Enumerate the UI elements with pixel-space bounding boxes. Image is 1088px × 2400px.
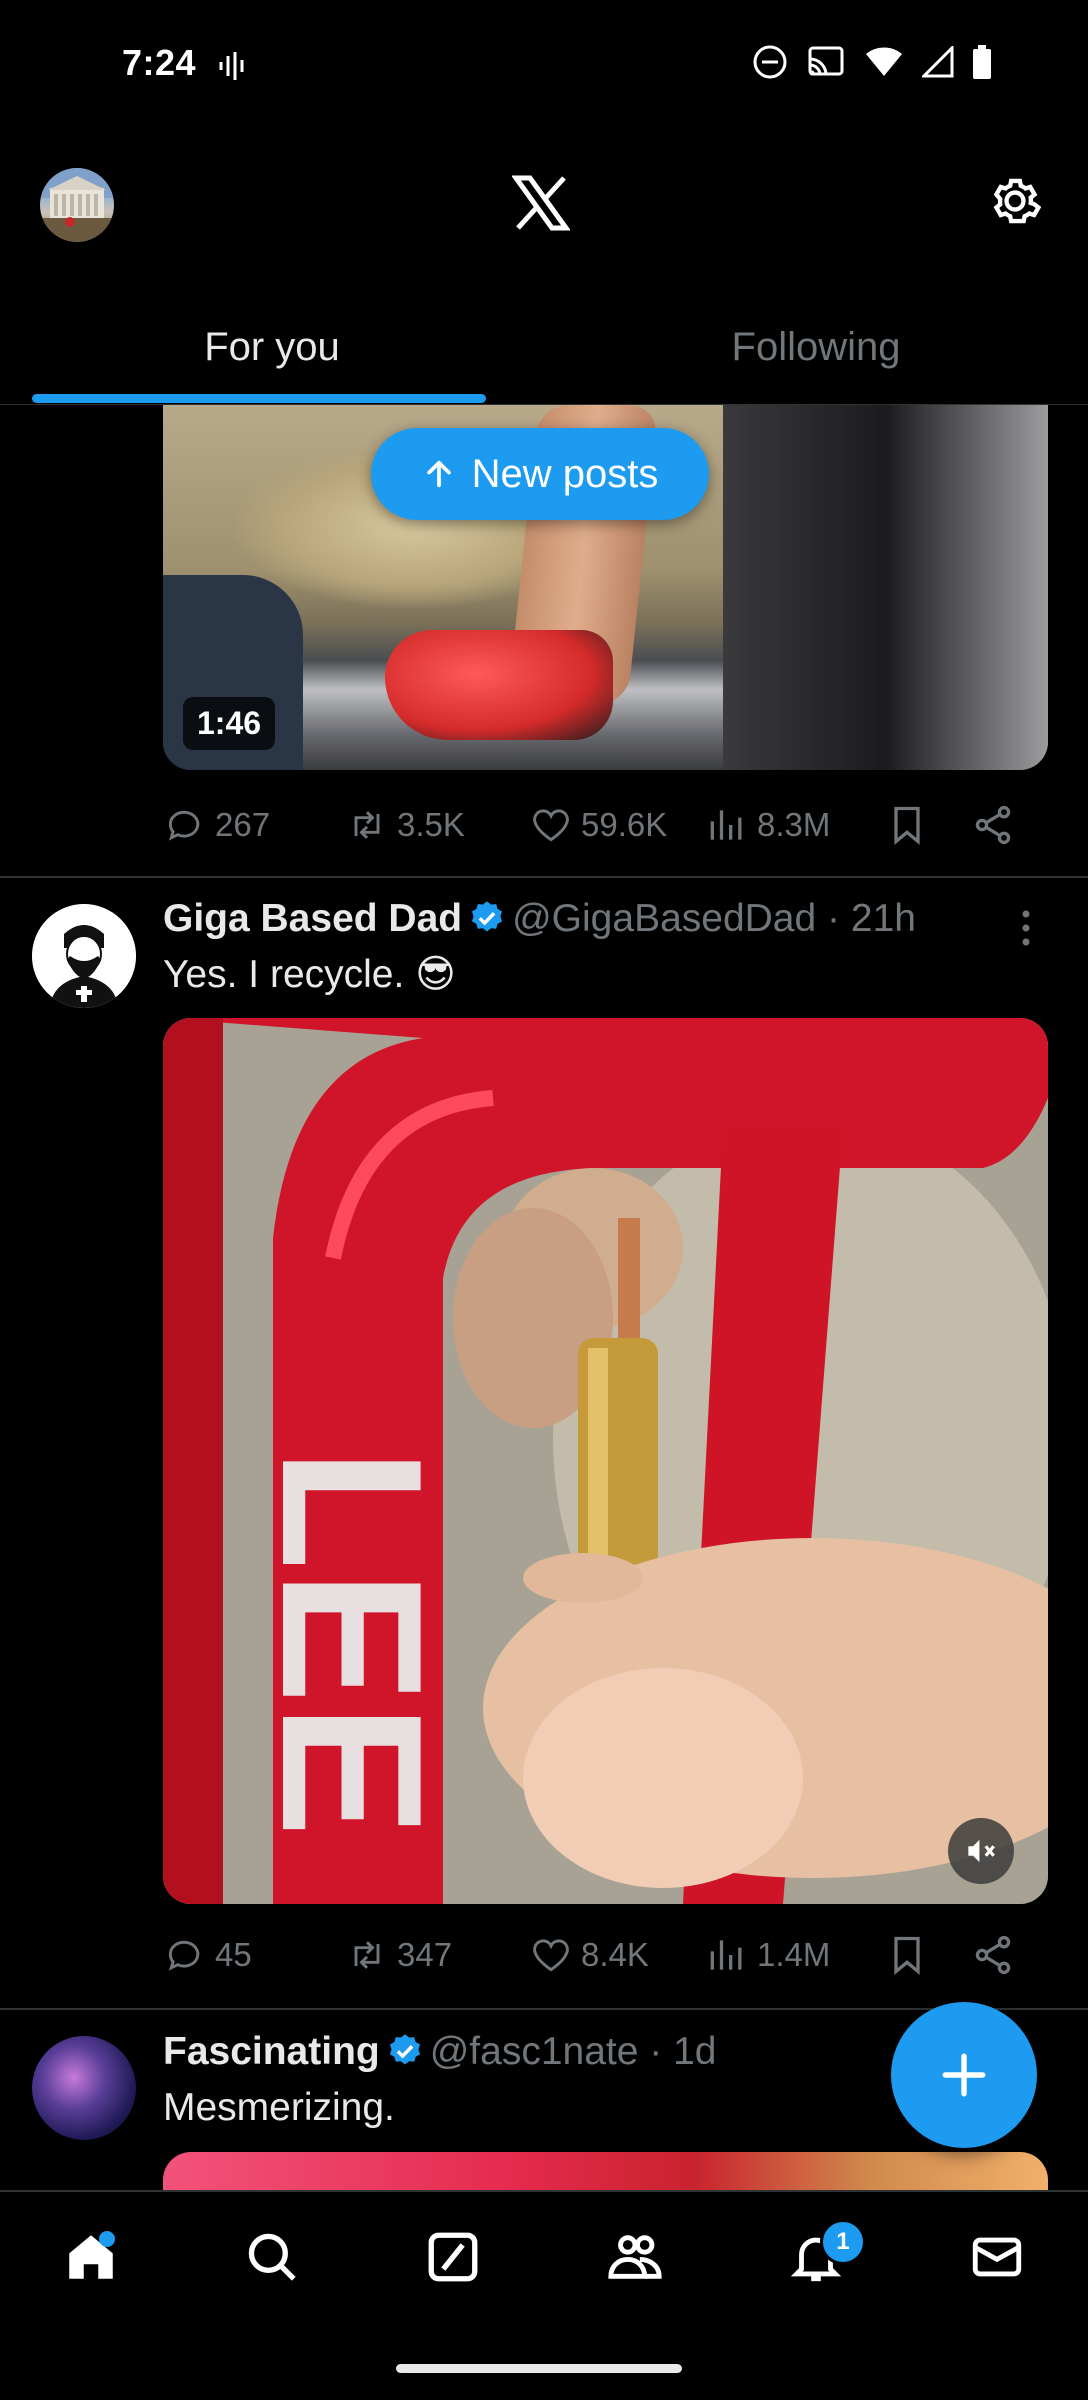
- author-avatar[interactable]: [32, 904, 136, 1008]
- heart-icon: [533, 809, 569, 842]
- new-posts-button[interactable]: New posts: [371, 428, 709, 520]
- wifi-icon: [866, 47, 902, 76]
- post-actions: 267 3.5K 59.6K 8.3M: [163, 790, 1033, 860]
- mute-toggle-button[interactable]: [948, 1818, 1014, 1884]
- repost-button[interactable]: 347: [345, 1933, 529, 1977]
- audio-wave-icon: [218, 50, 246, 87]
- like-count: 59.6K: [581, 806, 668, 843]
- post-header: Fascinating @fasc1nate · 1d: [163, 2030, 717, 2074]
- arrow-up-icon: [426, 460, 451, 488]
- settings-gear-icon[interactable]: [986, 172, 1044, 230]
- verified-badge-icon: [389, 2034, 420, 2065]
- post-media[interactable]: [163, 2152, 1048, 2190]
- bottom-navigation: 1: [0, 2190, 1088, 2322]
- reply-icon: [168, 810, 200, 841]
- views-button[interactable]: 8.3M: [705, 803, 885, 847]
- tab-for-you[interactable]: For you: [0, 290, 544, 404]
- views-count: 8.3M: [757, 806, 831, 843]
- status-time: 7:24: [122, 42, 197, 83]
- nav-search[interactable]: [212, 2197, 332, 2317]
- gesture-handle[interactable]: [396, 2364, 682, 2373]
- author-handle[interactable]: @fasc1nate: [430, 2030, 639, 2073]
- x-logo-icon[interactable]: [511, 174, 571, 232]
- views-chart-icon: [710, 1940, 742, 1970]
- nav-notifications[interactable]: 1: [756, 2197, 876, 2317]
- repost-icon: [354, 811, 380, 839]
- notifications-badge: 1: [819, 2219, 866, 2265]
- profile-avatar[interactable]: [40, 168, 114, 242]
- post-text: Yes. I recycle. 😎: [163, 953, 456, 996]
- share-button[interactable]: [971, 803, 1015, 847]
- nav-grok[interactable]: [393, 2197, 513, 2317]
- status-icons: [752, 44, 992, 80]
- share-icon: [975, 1935, 1011, 1975]
- bookmark-icon: [894, 1936, 920, 1976]
- post-time: 1d: [673, 2030, 717, 2073]
- reply-icon: [168, 1940, 200, 1971]
- nav-messages[interactable]: [937, 2197, 1057, 2317]
- author-avatar[interactable]: [32, 2036, 136, 2140]
- verified-badge-icon: [472, 901, 503, 932]
- feed-tabs: For you Following: [0, 290, 1088, 405]
- svg-text:LEE: LEE: [240, 1448, 463, 1837]
- share-icon: [975, 805, 1011, 845]
- battery-icon: [973, 45, 991, 79]
- like-button[interactable]: 8.4K: [529, 1933, 705, 1977]
- views-chart-icon: [710, 810, 742, 840]
- post-header: Giga Based Dad @GigaBasedDad · 21h: [163, 897, 916, 941]
- post-divider: [0, 876, 1088, 878]
- cast-icon: [808, 46, 844, 76]
- author-name[interactable]: Giga Based Dad: [163, 897, 462, 940]
- like-button[interactable]: 59.6K: [529, 803, 705, 847]
- post-time: 21h: [850, 897, 916, 940]
- author-name[interactable]: Fascinating: [163, 2030, 380, 2073]
- mail-icon: [973, 2237, 1022, 2277]
- author-handle[interactable]: @GigaBasedDad: [512, 897, 816, 940]
- bookmark-button[interactable]: [885, 803, 971, 847]
- dot-separator: ·: [638, 2030, 674, 2073]
- nav-communities[interactable]: [575, 2197, 695, 2317]
- like-count: 8.4K: [581, 1936, 649, 1973]
- plus-icon: [942, 2053, 986, 2097]
- bookmark-button[interactable]: [885, 1933, 971, 1977]
- compose-post-button[interactable]: [891, 2002, 1037, 2148]
- repost-count: 347: [397, 1936, 453, 1973]
- nav-home[interactable]: [31, 2197, 151, 2317]
- heart-icon: [533, 1939, 569, 1972]
- reply-button[interactable]: 45: [163, 1933, 345, 1977]
- reply-count: 267: [215, 806, 271, 843]
- reply-count: 45: [215, 1936, 252, 1973]
- new-posts-label: New posts: [471, 451, 659, 496]
- views-count: 1.4M: [757, 1936, 831, 1973]
- dnd-icon: [753, 45, 787, 79]
- post-video[interactable]: LEE: [163, 1018, 1048, 1904]
- video-duration: 1:46: [183, 697, 276, 750]
- home-unread-dot: [98, 2231, 115, 2247]
- grok-icon: [428, 2232, 478, 2282]
- post-divider: [0, 2008, 1088, 2010]
- dot-separator: ·: [816, 897, 851, 940]
- communities-icon: [608, 2235, 662, 2279]
- active-tab-indicator: [32, 394, 486, 403]
- repost-count: 3.5K: [397, 806, 465, 843]
- post-actions: 45 347 8.4K 1.4M: [163, 1920, 1033, 1990]
- signal-icon: [922, 46, 954, 78]
- post-text: Mesmerizing.: [163, 2086, 395, 2129]
- reply-button[interactable]: 267: [163, 803, 345, 847]
- repost-button[interactable]: 3.5K: [345, 803, 529, 847]
- repost-icon: [354, 1941, 380, 1969]
- tab-following[interactable]: Following: [544, 290, 1088, 404]
- more-options-icon[interactable]: [1010, 906, 1042, 950]
- views-button[interactable]: 1.4M: [705, 1933, 885, 1977]
- volume-muted-icon: [968, 1839, 995, 1863]
- bookmark-icon: [894, 806, 920, 846]
- share-button[interactable]: [971, 1933, 1015, 1977]
- search-icon: [248, 2233, 296, 2281]
